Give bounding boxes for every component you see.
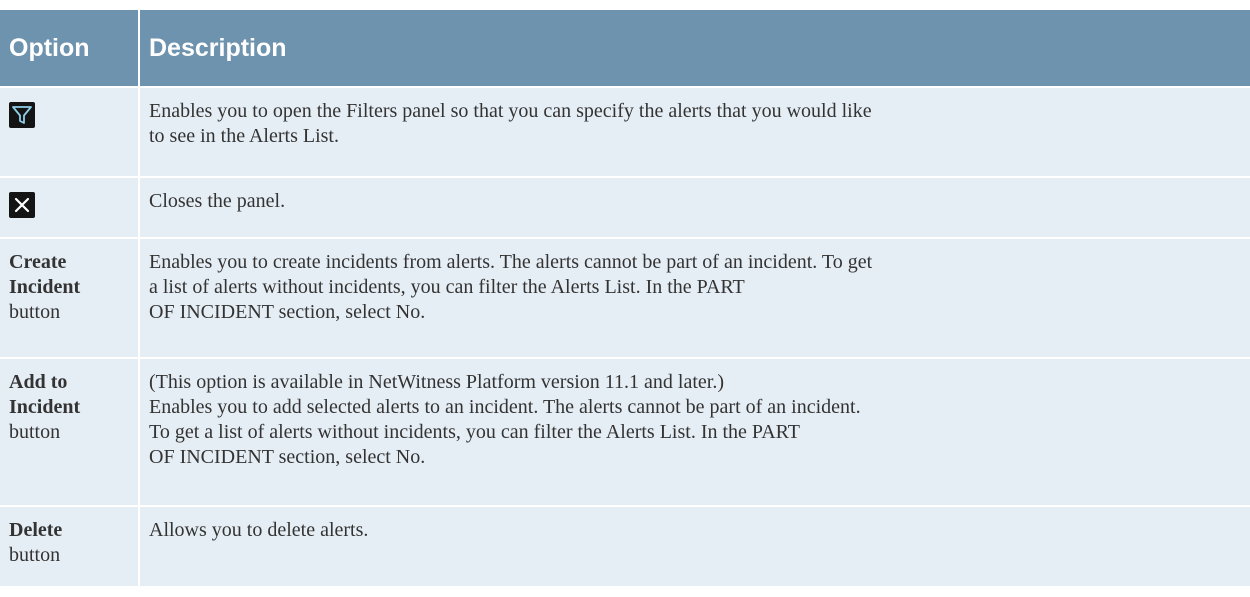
option-name: Create [9,251,67,273]
option-name: Delete [9,519,63,541]
option-cell: Add to Incident button [0,357,140,506]
options-table: Option Description Enables you to open t… [0,10,1250,586]
option-cell: Delete button [0,505,140,586]
option-suffix: button [9,544,61,566]
description-line: Enables you to open the Filters panel so… [149,100,872,122]
description-line: a list of alerts without incidents, you … [149,276,745,298]
option-suffix: button [9,301,61,323]
description-line: Enables you to create incidents from ale… [149,251,873,273]
option-cell: Create Incident button [0,237,140,358]
option-name: Add to [9,371,68,393]
filter-icon [9,102,35,128]
close-icon [9,192,35,218]
description-cell: Closes the panel. [139,176,1250,238]
header-option: Option [0,10,140,87]
description-line: Enables you to add selected alerts to an… [149,396,861,418]
description-cell: Enables you to open the Filters panel so… [139,86,1250,177]
option-cell [0,86,140,177]
description-line: to see in the Alerts List. [149,125,339,147]
description-line: Closes the panel. [149,190,286,212]
table-row: Delete button Allows you to delete alert… [0,505,1250,586]
table-row: Enables you to open the Filters panel so… [0,86,1250,177]
table-row: Add to Incident button (This option is a… [0,357,1250,506]
description-line: Allows you to delete alerts. [149,519,369,541]
description-line: OF INCIDENT section, select No. [149,301,426,323]
description-cell: Allows you to delete alerts. [139,505,1250,586]
option-cell [0,176,140,238]
description-line: (This option is available in NetWitness … [149,371,724,393]
header-description: Description [139,10,1250,87]
description-line: OF INCIDENT section, select No. [149,446,426,468]
table-row: Closes the panel. [0,176,1250,238]
option-name: Incident [9,396,81,418]
description-cell: Enables you to create incidents from ale… [139,237,1250,358]
table-row: Create Incident button Enables you to cr… [0,237,1250,358]
description-line: To get a list of alerts without incident… [149,421,800,443]
header-row: Option Description [0,10,1250,87]
description-cell: (This option is available in NetWitness … [139,357,1250,506]
option-name: Incident [9,276,81,298]
option-suffix: button [9,421,61,443]
